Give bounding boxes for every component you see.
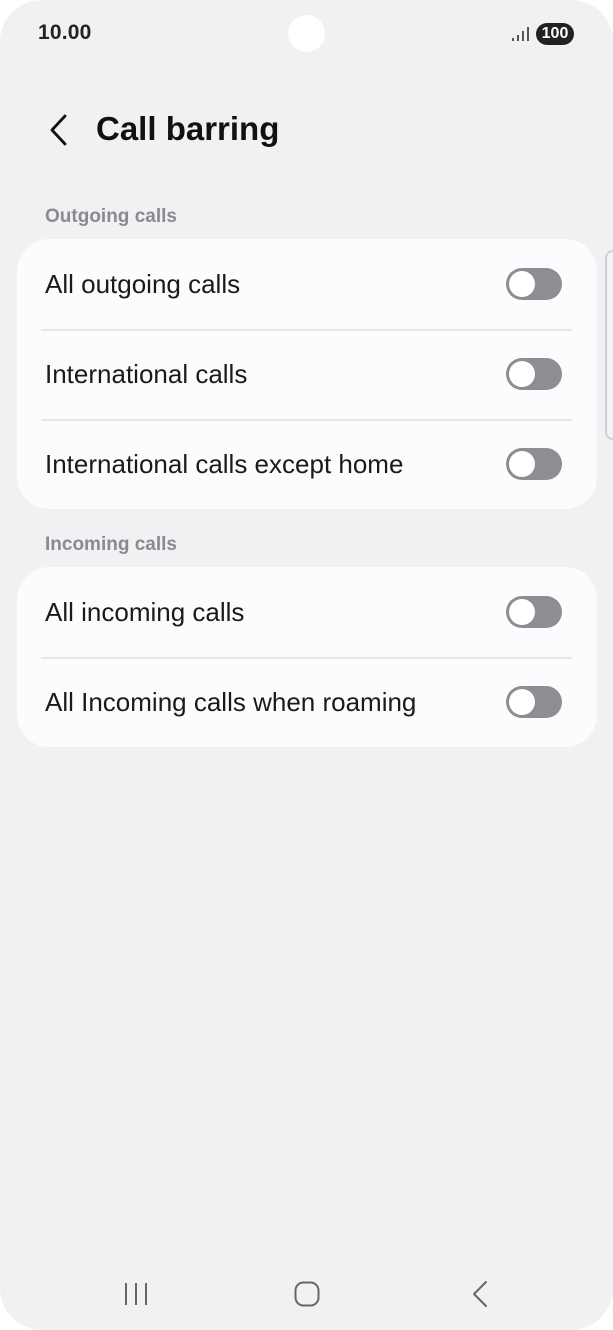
- home-button[interactable]: [277, 1272, 337, 1316]
- battery-indicator: 100: [536, 23, 574, 45]
- setting-row-international-calls[interactable]: International calls: [17, 329, 597, 419]
- all-outgoing-calls-toggle[interactable]: [506, 268, 562, 300]
- all-incoming-calls-roaming-toggle[interactable]: [506, 686, 562, 718]
- section-header-incoming: Incoming calls: [45, 534, 177, 555]
- setting-label: All outgoing calls: [45, 268, 241, 299]
- front-camera-cutout: [288, 15, 325, 52]
- all-incoming-calls-toggle[interactable]: [506, 596, 562, 628]
- international-calls-except-home-toggle[interactable]: [506, 448, 562, 480]
- setting-row-international-calls-except-home[interactable]: International calls except home: [17, 419, 597, 509]
- setting-label: All Incoming calls when roaming: [45, 686, 417, 717]
- chevron-left-icon: [50, 114, 67, 146]
- back-button[interactable]: [38, 108, 78, 152]
- home-icon: [294, 1281, 320, 1307]
- setting-row-all-incoming-calls-roaming[interactable]: All Incoming calls when roaming: [17, 657, 597, 747]
- toggle-knob: [509, 451, 535, 477]
- setting-label: International calls: [45, 358, 248, 389]
- setting-row-all-incoming-calls[interactable]: All incoming calls: [17, 567, 597, 657]
- recents-button[interactable]: [106, 1272, 166, 1316]
- toggle-knob: [509, 599, 535, 625]
- international-calls-toggle[interactable]: [506, 358, 562, 390]
- toggle-knob: [509, 271, 535, 297]
- recents-icon: [125, 1283, 147, 1305]
- nav-back-button[interactable]: [450, 1272, 510, 1316]
- setting-label: All incoming calls: [45, 596, 245, 627]
- phone-screen: 10.00 100 Call barring Outgoing calls Al…: [0, 0, 613, 1330]
- outgoing-calls-card: All outgoing calls International calls I…: [17, 239, 597, 509]
- incoming-calls-card: All incoming calls All Incoming calls wh…: [17, 567, 597, 747]
- section-header-outgoing: Outgoing calls: [45, 206, 177, 227]
- signal-bars-icon: [512, 27, 529, 41]
- back-icon: [473, 1281, 487, 1307]
- toggle-knob: [509, 361, 535, 387]
- setting-label: International calls except home: [45, 448, 404, 479]
- status-time: 10.00: [38, 21, 92, 44]
- toggle-knob: [509, 689, 535, 715]
- scrollbar[interactable]: [605, 250, 613, 440]
- page-title: Call barring: [96, 110, 280, 147]
- setting-row-all-outgoing-calls[interactable]: All outgoing calls: [17, 239, 597, 329]
